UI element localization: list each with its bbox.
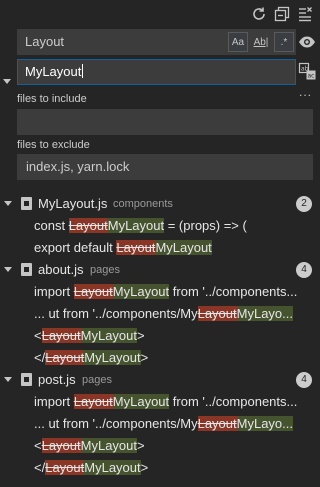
inserted-text: MyLayout <box>112 394 170 409</box>
match-result-row[interactable]: ... ut from '../components/MyLayoutMyLay… <box>0 413 320 435</box>
files-to-exclude-input[interactable]: index.js, yarn.lock <box>17 154 313 180</box>
file-name: MyLayout.js <box>38 196 108 211</box>
collapse-all-icon[interactable] <box>273 5 291 23</box>
refresh-icon[interactable] <box>250 5 268 23</box>
search-input[interactable]: Layout Aa Ab| .* <box>17 29 296 55</box>
match-suffix: > <box>140 350 149 365</box>
file-name: about.js <box>38 262 84 277</box>
search-panel-toolbar <box>0 0 320 30</box>
svg-text:ac: ac <box>308 73 315 80</box>
inserted-text: MyLayout <box>107 218 165 233</box>
match-result-row[interactable]: import LayoutMyLayout from '../component… <box>0 281 320 303</box>
removed-text: Layout <box>73 394 113 409</box>
match-case-icon[interactable]: Aa <box>228 32 248 52</box>
match-result-row[interactable]: import LayoutMyLayout from '../component… <box>0 391 320 413</box>
removed-text: Layout <box>41 438 81 453</box>
match-preview: const LayoutMyLayout = (props) => ( <box>34 218 310 233</box>
match-count-badge: 4 <box>296 262 312 278</box>
file-directory: pages <box>90 264 120 276</box>
inserted-text: MyLayout <box>155 240 212 255</box>
match-result-row[interactable]: </LayoutMyLayout> <box>0 347 320 369</box>
match-prefix: import <box>34 284 74 299</box>
match-prefix: import <box>34 394 74 409</box>
inserted-text: MyLayout <box>84 350 141 365</box>
match-result-row[interactable]: ... ut from '../components/MyLayoutMyLay… <box>0 303 320 325</box>
inserted-text: MyLayout <box>84 460 141 475</box>
removed-text: Layout <box>41 328 81 343</box>
match-prefix: const <box>34 218 69 233</box>
match-preview: <LayoutMyLayout> <box>34 438 310 453</box>
toggle-search-details-button[interactable]: ... <box>299 86 312 98</box>
match-suffix: > <box>137 328 145 343</box>
match-result-row[interactable]: </LayoutMyLayout> <box>0 457 320 479</box>
whole-word-icon[interactable]: Ab| <box>251 32 271 52</box>
text-caret <box>82 64 84 78</box>
replace-input[interactable]: MyLayout <box>17 59 296 85</box>
preserve-case-eye-icon[interactable] <box>298 33 316 51</box>
match-result-row[interactable]: <LayoutMyLayout> <box>0 325 320 347</box>
match-result-row[interactable]: <LayoutMyLayout> <box>0 435 320 457</box>
chevron-down-icon[interactable] <box>4 201 12 206</box>
match-prefix: export default <box>34 240 117 255</box>
files-to-include-label: files to include <box>17 93 87 105</box>
inserted-text: MyLayout <box>80 328 138 343</box>
replace-all-icon[interactable]: ab ac <box>298 62 316 80</box>
removed-text: Layout <box>68 218 108 233</box>
match-result-row[interactable]: export default LayoutMyLayout <box>0 237 320 259</box>
inserted-text: MyLayout <box>80 438 138 453</box>
removed-text: Layout <box>45 460 85 475</box>
removed-text: Layout <box>197 416 237 431</box>
files-to-exclude-value: index.js, yarn.lock <box>26 159 130 174</box>
js-file-icon <box>21 263 32 276</box>
js-file-icon <box>21 373 32 386</box>
js-file-icon <box>21 197 32 210</box>
regex-icon[interactable]: .* <box>274 32 294 52</box>
match-count-badge: 2 <box>296 196 312 212</box>
inserted-text: MyLayo... <box>236 416 293 431</box>
removed-text: Layout <box>73 284 113 299</box>
match-preview: ... ut from '../components/MyLayoutMyLay… <box>34 306 310 321</box>
match-suffix: > <box>140 460 149 475</box>
replace-input-value: MyLayout <box>25 64 82 79</box>
inserted-text: MyLayo... <box>236 306 293 321</box>
match-prefix: < <box>34 438 42 453</box>
match-suffix: > <box>137 438 145 453</box>
match-prefix: < <box>34 328 42 343</box>
removed-text: Layout <box>45 350 85 365</box>
match-result-row[interactable]: const LayoutMyLayout = (props) => ( <box>0 215 320 237</box>
match-suffix: from '../components... <box>169 284 298 299</box>
match-preview: export default LayoutMyLayout <box>34 240 310 255</box>
match-prefix: ... ut from '../components/My <box>34 306 198 321</box>
search-results-tree: MyLayout.js components 2 const LayoutMyLayo… <box>0 193 320 479</box>
removed-text: Layout <box>116 240 156 255</box>
removed-text: Layout <box>197 306 237 321</box>
file-name: post.js <box>38 372 76 387</box>
match-suffix: from '../components... <box>169 394 298 409</box>
match-prefix: </ <box>34 460 46 475</box>
match-suffix: = (props) => ( <box>164 218 247 233</box>
match-preview: ... ut from '../components/MyLayoutMyLay… <box>34 416 310 431</box>
match-preview: import LayoutMyLayout from '../component… <box>34 394 310 409</box>
match-preview: </LayoutMyLayout> <box>34 460 310 475</box>
search-input-value: Layout <box>25 34 65 49</box>
match-prefix: </ <box>34 350 46 365</box>
match-prefix: ... ut from '../components/My <box>34 416 198 431</box>
toggle-replace-chevron-icon[interactable] <box>3 79 11 84</box>
match-preview: <LayoutMyLayout> <box>34 328 310 343</box>
file-directory: components <box>113 198 173 210</box>
files-to-include-input[interactable] <box>17 109 313 135</box>
file-result-row[interactable]: about.js pages 4 <box>0 259 320 281</box>
file-result-row[interactable]: MyLayout.js components 2 <box>0 193 320 215</box>
chevron-down-icon[interactable] <box>4 377 12 382</box>
inserted-text: MyLayout <box>112 284 170 299</box>
clear-results-icon[interactable] <box>296 5 314 23</box>
match-preview: </LayoutMyLayout> <box>34 350 310 365</box>
chevron-down-icon[interactable] <box>4 267 12 272</box>
files-to-exclude-label: files to exclude <box>17 139 90 151</box>
match-count-badge: 4 <box>296 372 312 388</box>
file-directory: pages <box>82 374 112 386</box>
file-result-row[interactable]: post.js pages 4 <box>0 369 320 391</box>
match-preview: import LayoutMyLayout from '../component… <box>34 284 310 299</box>
